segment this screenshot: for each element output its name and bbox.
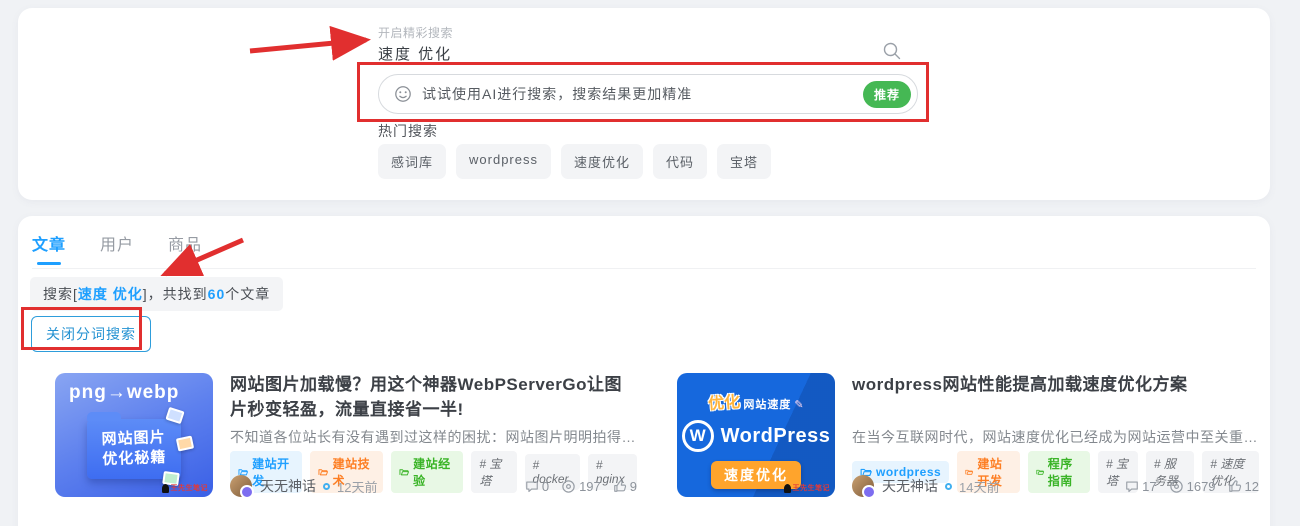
smiley-icon: [395, 86, 411, 102]
hot-tag[interactable]: 感词库: [378, 144, 447, 179]
wordpress-logo-icon: W: [681, 420, 714, 452]
search-results-page: 开启精彩搜索 速度 优化 试试使用AI进行搜索，搜索结果更加精准 推荐 热门搜索…: [0, 0, 1300, 526]
article-thumbnail[interactable]: png→webp 网站图片 优化秘籍 王先生笔记: [55, 373, 213, 497]
comment-count: 17: [1125, 479, 1157, 494]
like-icon: [1228, 480, 1241, 492]
watermark: 王先生笔记: [783, 483, 831, 493]
search-icon[interactable]: [882, 41, 902, 61]
article-title[interactable]: wordpress网站性能提高加载速度优化方案: [852, 373, 1259, 398]
avatar[interactable]: [852, 475, 876, 499]
article-content: wordpress网站性能提高加载速度优化方案 在当今互联网时代，网站速度优化已…: [852, 373, 1259, 499]
tab-products[interactable]: 商品: [168, 231, 202, 265]
watermark-figure-icon: [783, 483, 791, 493]
thumb-caption: png→webp: [69, 382, 180, 403]
folder-graphic: 网站图片 优化秘籍: [87, 412, 181, 479]
article-excerpt: 在当今互联网时代，网站速度优化已经成为网站运营中至关重…: [852, 429, 1258, 445]
level-dot-icon: [323, 482, 330, 490]
summary-prefix: 搜索[: [43, 286, 78, 302]
tabs-divider: [32, 268, 1256, 269]
tab-articles[interactable]: 文章: [32, 231, 66, 265]
comment-icon: [1126, 481, 1138, 493]
like-count: 9: [613, 479, 637, 494]
hot-search-tags: 感词库 wordpress 速度优化 代码 宝塔: [378, 144, 772, 179]
article-title[interactable]: 网站图片加载慢？用这个神器WebPServerGo让图片秒变轻盈，流量直接省一半…: [230, 373, 637, 422]
view-count: 1679: [1169, 479, 1216, 494]
recommend-badge: 推荐: [862, 80, 911, 108]
wordpress-logo-row: W WordPress: [681, 420, 831, 452]
article-card[interactable]: 优化 网站速度 ✎ W WordPress 速度优化 王先生笔记 wordpre…: [677, 373, 1259, 499]
article-thumbnail[interactable]: 优化 网站速度 ✎ W WordPress 速度优化 王先生笔记: [677, 373, 835, 497]
views-icon: [562, 479, 575, 493]
thumb-line1: 网站图片: [101, 428, 166, 448]
article-stats: 0 197 9: [525, 479, 637, 494]
article-meta: 天无神话 12天前 0 197 9: [230, 475, 637, 499]
author-name[interactable]: 天无神话: [882, 476, 938, 496]
article-card[interactable]: png→webp 网站图片 优化秘籍 王先生笔记 网站图片加载慢？用这个神器We…: [55, 373, 637, 499]
level-dot-icon: [945, 482, 952, 490]
pencil-icon: ✎: [794, 399, 804, 411]
comment-count: 0: [525, 479, 549, 494]
article-content: 网站图片加载慢？用这个神器WebPServerGo让图片秒变轻盈，流量直接省一半…: [230, 373, 637, 499]
result-tabs: 文章 用户 商品: [32, 231, 202, 265]
hot-tag[interactable]: 代码: [653, 144, 708, 179]
ai-banner-text: 试试使用AI进行搜索，搜索结果更加精准: [422, 86, 693, 102]
avatar[interactable]: [230, 475, 254, 499]
search-panel: 开启精彩搜索 速度 优化 试试使用AI进行搜索，搜索结果更加精准 推荐 热门搜索…: [18, 8, 1270, 200]
views-icon: [1169, 479, 1183, 493]
publish-date: 12天前: [337, 479, 378, 495]
summary-count: 60: [207, 286, 226, 302]
hot-tag[interactable]: 宝塔: [717, 144, 772, 179]
photo-sticker: [175, 435, 195, 452]
publish-date: 14天前: [959, 479, 1000, 495]
like-count: 12: [1228, 479, 1259, 494]
hot-search-label: 热门搜索: [378, 123, 438, 139]
author-name[interactable]: 天无神话: [260, 476, 316, 496]
ai-search-banner[interactable]: 试试使用AI进行搜索，搜索结果更加精准 推荐: [378, 74, 918, 114]
summary-middle: ]，共找到: [142, 286, 208, 302]
results-panel: 文章 用户 商品 搜索[速度 优化]，共找到60个文章 关闭分词搜索 png→w…: [18, 216, 1270, 526]
disable-word-segmentation-button[interactable]: 关闭分词搜索: [31, 316, 151, 352]
search-summary: 搜索[速度 优化]，共找到60个文章: [30, 277, 284, 311]
article-excerpt: 不知道各位站长有没有遇到过这样的困扰：网站图片明明拍得…: [230, 429, 636, 445]
hot-tag[interactable]: 速度优化: [560, 144, 643, 179]
article-list: png→webp 网站图片 优化秘籍 王先生笔记 网站图片加载慢？用这个神器We…: [55, 373, 1259, 499]
thumb-line2: 优化秘籍: [102, 448, 167, 469]
search-floating-label: 开启精彩搜索: [378, 26, 454, 40]
article-stats: 17 1679 12: [1125, 479, 1259, 494]
article-meta: 天无神话 14天前 17 1679 12: [852, 475, 1259, 499]
comment-icon: [526, 481, 538, 493]
tab-users[interactable]: 用户: [100, 231, 134, 265]
summary-suffix: 个文章: [225, 286, 271, 302]
view-count: 197: [561, 479, 601, 494]
summary-keyword: 速度 优化: [77, 286, 143, 302]
thumb-caption: 优化 网站速度 ✎: [707, 393, 804, 414]
watermark: 王先生笔记: [161, 483, 209, 493]
search-input[interactable]: 速度 优化: [378, 43, 452, 64]
like-icon: [613, 480, 626, 492]
watermark-figure-icon: [161, 483, 169, 493]
hot-tag[interactable]: wordpress: [456, 144, 551, 179]
